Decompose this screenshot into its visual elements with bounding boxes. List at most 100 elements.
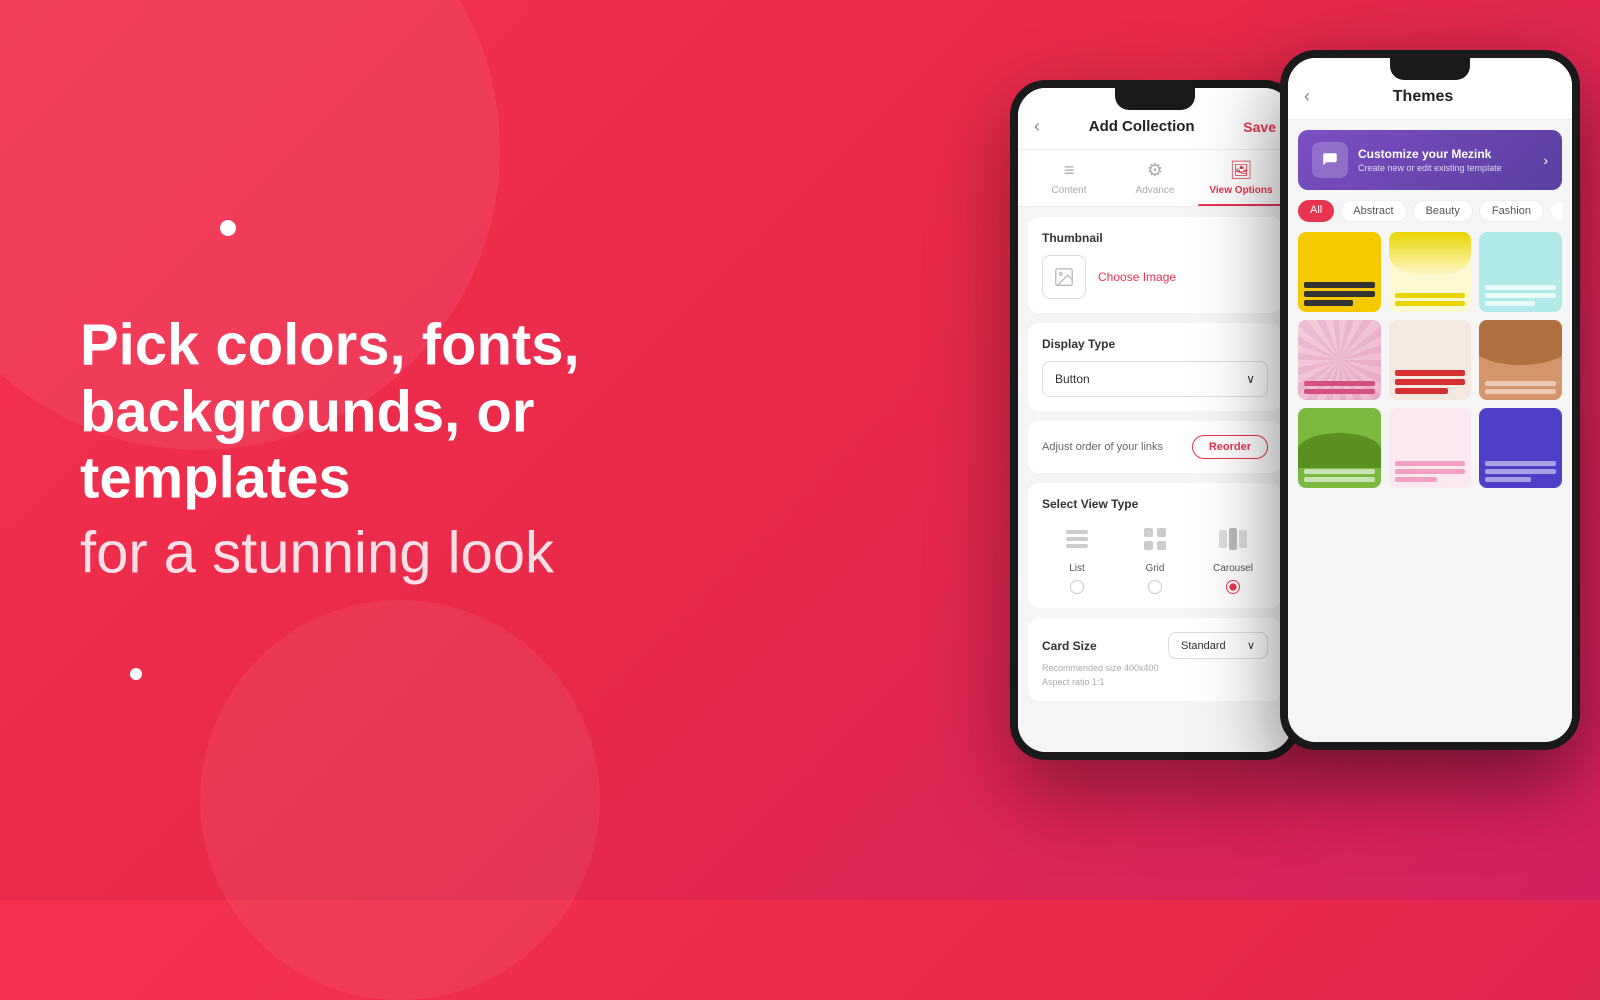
thumbnail-box: Choose Image <box>1042 255 1268 299</box>
theme-bar-g1 <box>1304 469 1375 474</box>
filter-food[interactable]: Food <box>1550 200 1562 222</box>
theme-card-light-yellow[interactable] <box>1389 232 1472 312</box>
headline-normal: for a stunning look <box>80 521 730 588</box>
view-type-carousel[interactable]: Carousel <box>1198 521 1268 594</box>
tab-view-options[interactable]: 🖼 View Options <box>1198 160 1284 206</box>
card-size-label: Card Size <box>1042 639 1097 653</box>
filter-fashion[interactable]: Fashion <box>1479 200 1544 222</box>
customize-banner[interactable]: Customize your Mezink Create new or edit… <box>1298 130 1562 190</box>
display-type-title: Display Type <box>1042 337 1268 351</box>
theme-bar-tan2 <box>1485 389 1556 394</box>
theme-bar-t1 <box>1485 285 1556 290</box>
card-size-chevron: ∨ <box>1247 639 1255 652</box>
theme-bar-y1 <box>1395 293 1466 298</box>
theme-bar-1 <box>1304 282 1375 288</box>
theme-bar-pu3 <box>1485 477 1531 482</box>
theme-bar-lp1 <box>1395 461 1466 466</box>
choose-image-button[interactable]: Choose Image <box>1098 270 1176 284</box>
phone-add-collection: ‹ Add Collection Save ≡ Content ⚙ Advanc… <box>1010 80 1300 760</box>
phone1-save-button[interactable]: Save <box>1243 119 1276 135</box>
theme-bar-2 <box>1304 291 1375 297</box>
thumbnail-section: Thumbnail Choose Image <box>1028 217 1282 313</box>
theme-rays <box>1298 320 1381 400</box>
bg-dot-2 <box>130 668 142 680</box>
theme-bar-r2 <box>1395 379 1466 385</box>
reorder-text: Adjust order of your links <box>1042 441 1163 453</box>
card-size-value: Standard <box>1181 640 1226 652</box>
view-type-section: Select View Type List <box>1028 483 1282 608</box>
grid-radio[interactable] <box>1148 580 1162 594</box>
theme-card-pink-rays[interactable] <box>1298 320 1381 400</box>
display-type-section: Display Type Button ∨ <box>1028 323 1282 411</box>
advance-icon: ⚙ <box>1147 160 1163 181</box>
card-size-dropdown[interactable]: Standard ∨ <box>1168 632 1268 659</box>
carousel-radio[interactable] <box>1226 580 1240 594</box>
list-icon <box>1059 521 1095 557</box>
theme-bar-pu2 <box>1485 469 1556 474</box>
card-size-hint-1: Recommended size 400x400 <box>1042 663 1268 673</box>
left-content-section: Pick colors, fonts, backgrounds, or temp… <box>80 313 730 588</box>
filter-beauty[interactable]: Beauty <box>1413 200 1473 222</box>
theme-card-light-pink[interactable] <box>1389 408 1472 488</box>
theme-arch-yellow <box>1389 232 1472 277</box>
theme-card-green[interactable] <box>1298 408 1381 488</box>
theme-green-hills <box>1298 433 1381 468</box>
reorder-button[interactable]: Reorder <box>1192 435 1268 459</box>
phone1-content: Thumbnail Choose Image <box>1018 207 1292 752</box>
tab-content[interactable]: ≡ Content <box>1026 160 1112 206</box>
tab-view-options-label: View Options <box>1209 185 1272 196</box>
reorder-section: Adjust order of your links Reorder <box>1028 421 1282 473</box>
card-size-row: Card Size Standard ∨ <box>1042 632 1268 659</box>
phone-notch-1 <box>1115 88 1195 110</box>
theme-bar-r3 <box>1395 388 1448 394</box>
grid-label: Grid <box>1146 563 1165 574</box>
phone2-title: Themes <box>1322 88 1524 106</box>
theme-bar-lp2 <box>1395 469 1466 474</box>
tab-advance-label: Advance <box>1136 185 1175 196</box>
tab-content-label: Content <box>1051 185 1086 196</box>
theme-card-purple[interactable] <box>1479 408 1562 488</box>
filter-all[interactable]: All <box>1298 200 1334 222</box>
reorder-row: Adjust order of your links Reorder <box>1042 435 1268 459</box>
phone-notch-2 <box>1390 58 1470 80</box>
phone2-screen: ‹ Themes Customize your Mezink Create ne… <box>1288 58 1572 742</box>
tab-advance[interactable]: ⚙ Advance <box>1112 160 1198 206</box>
carousel-label: Carousel <box>1213 563 1253 574</box>
theme-card-red-stripes[interactable] <box>1389 320 1472 400</box>
customize-text-block: Customize your Mezink Create new or edit… <box>1358 147 1533 173</box>
theme-bar-tan1 <box>1485 381 1556 386</box>
filter-tags: All Abstract Beauty Fashion Food <box>1298 200 1562 222</box>
customize-title: Customize your Mezink <box>1358 147 1533 161</box>
filter-abstract[interactable]: Abstract <box>1340 200 1406 222</box>
theme-bar-p1 <box>1304 381 1375 386</box>
bg-decoration-circle-medium <box>200 600 600 1000</box>
thumbnail-icon <box>1042 255 1086 299</box>
theme-card-yellow[interactable] <box>1298 232 1381 312</box>
theme-bar-t2 <box>1485 293 1556 298</box>
phone1-title: Add Collection <box>1089 118 1195 135</box>
theme-bar-t3 <box>1485 301 1534 306</box>
card-size-hint-2: Aspect ratio 1:1 <box>1042 677 1268 687</box>
view-type-grid-item[interactable]: Grid <box>1120 521 1190 594</box>
view-type-list[interactable]: List <box>1042 521 1112 594</box>
content-icon: ≡ <box>1064 160 1075 181</box>
display-type-chevron: ∨ <box>1246 372 1255 386</box>
theme-bar-3 <box>1304 300 1353 306</box>
list-label: List <box>1069 563 1085 574</box>
customize-subtitle: Create new or edit existing template <box>1358 163 1533 173</box>
list-radio[interactable] <box>1070 580 1084 594</box>
thumbnail-section-title: Thumbnail <box>1042 231 1268 245</box>
bg-dot-1 <box>220 220 236 236</box>
phone2-content: Customize your Mezink Create new or edit… <box>1288 120 1572 739</box>
phone2-back-button[interactable]: ‹ <box>1304 86 1310 107</box>
carousel-icon <box>1215 521 1251 557</box>
theme-bar-g2 <box>1304 477 1375 482</box>
theme-bar-r1 <box>1395 370 1466 376</box>
display-type-dropdown[interactable]: Button ∨ <box>1042 361 1268 397</box>
theme-card-tan[interactable] <box>1479 320 1562 400</box>
theme-card-teal[interactable] <box>1479 232 1562 312</box>
view-type-title: Select View Type <box>1042 497 1268 511</box>
phone1-back-button[interactable]: ‹ <box>1034 116 1040 137</box>
headline-bold: Pick colors, fonts, backgrounds, or temp… <box>80 313 730 513</box>
phone-themes: ‹ Themes Customize your Mezink Create ne… <box>1280 50 1580 750</box>
